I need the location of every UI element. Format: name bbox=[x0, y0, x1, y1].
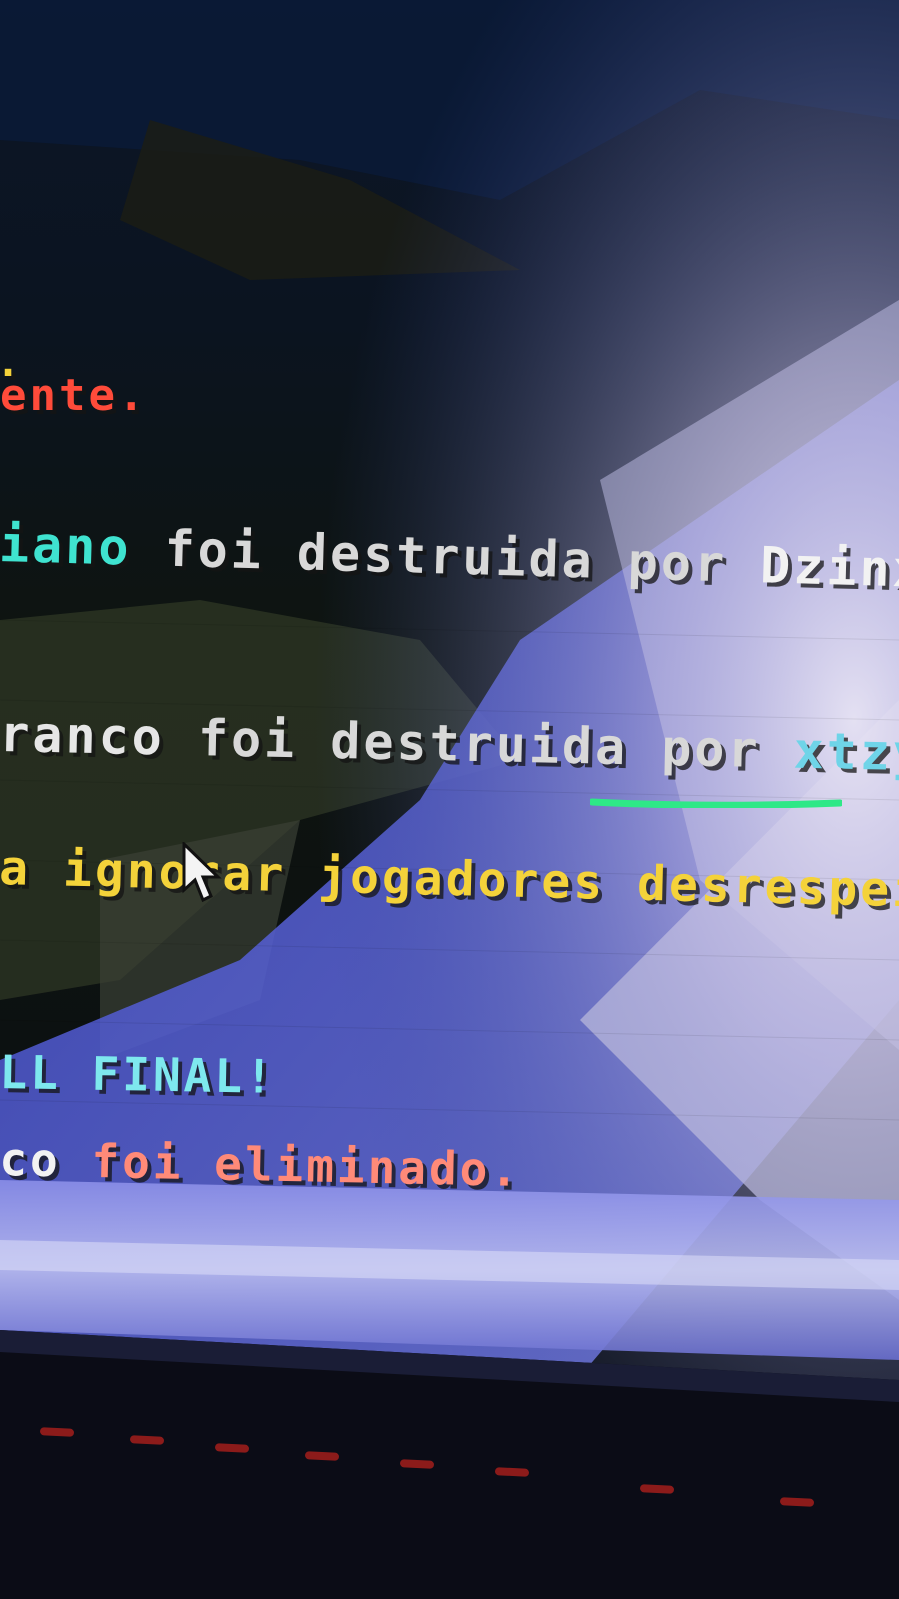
game-screen: . ente. iano foi destruida por Dzinxp. r… bbox=[0, 0, 899, 1599]
chat-line-eliminated: co foi eliminado. bbox=[0, 1132, 522, 1197]
chat-message: foi eliminado. bbox=[60, 1133, 522, 1197]
team-name: ranco bbox=[0, 705, 166, 767]
player-name: xtzy43. bbox=[793, 721, 899, 785]
monitor-bezel bbox=[0, 1330, 899, 1599]
player-name: Dzinxp. bbox=[759, 536, 899, 601]
team-name: iano bbox=[0, 515, 133, 577]
chat-line-1: ente. bbox=[0, 370, 147, 421]
mouse-pointer-icon bbox=[182, 842, 222, 903]
chat-line-final-kill: LL FINAL! bbox=[0, 1045, 276, 1104]
chat-text: LL FINAL! bbox=[0, 1045, 277, 1104]
highlight-underline-mark bbox=[590, 798, 842, 808]
team-name: co bbox=[0, 1132, 62, 1188]
chat-text: ente. bbox=[0, 370, 148, 421]
